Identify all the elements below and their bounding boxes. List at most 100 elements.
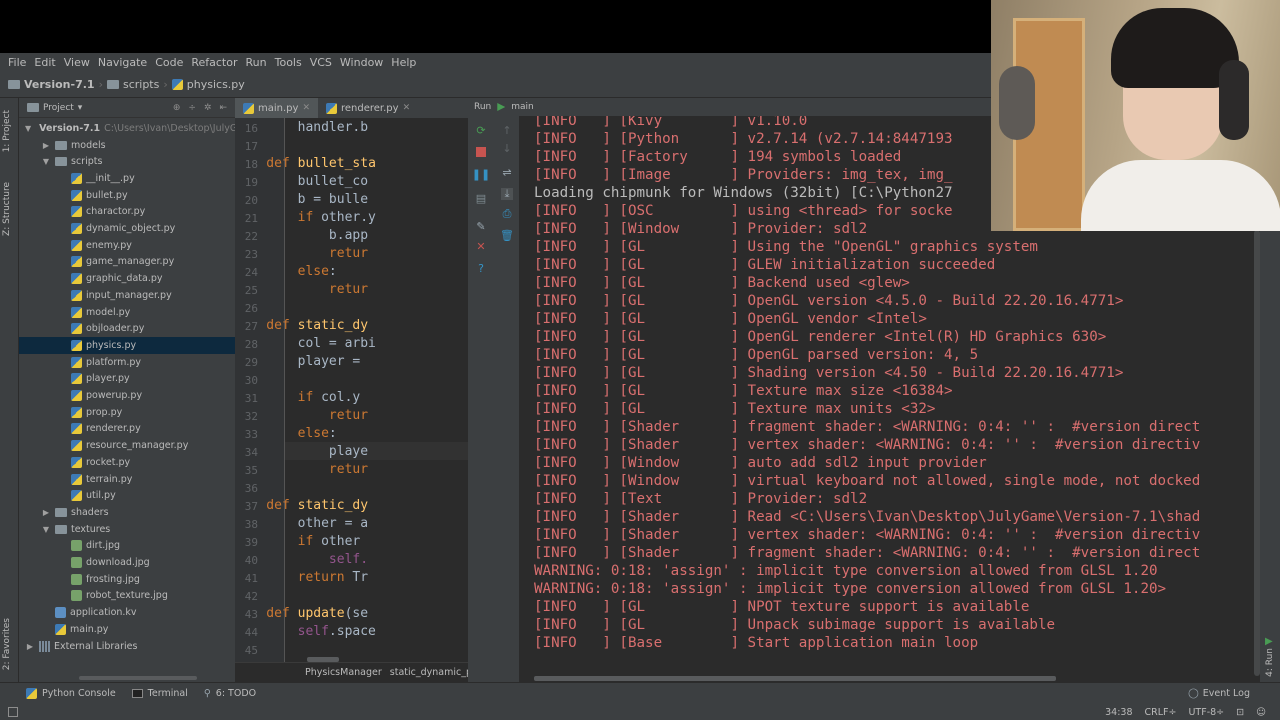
close-tab-icon[interactable]: ✕ (403, 103, 411, 113)
clear-all-icon[interactable]: 🗑 (500, 229, 514, 242)
tree-item[interactable]: ▼ Version-7.1 C:\Users\Ivan\Desktop\JulyG (19, 120, 237, 137)
tree-item[interactable]: ▼ scripts (19, 153, 235, 170)
terminal-button[interactable]: Terminal (131, 688, 188, 699)
tree-item[interactable]: enemy.py (19, 237, 235, 254)
breadcrumb-class[interactable]: PhysicsManager (305, 667, 382, 678)
tree-item[interactable]: model.py (19, 304, 235, 321)
tree-item[interactable]: ▶ models (19, 137, 235, 154)
python-file-icon (71, 239, 82, 251)
chevron-down-icon[interactable]: ▼ (41, 525, 51, 534)
pause-icon[interactable]: ❚❚ (472, 168, 490, 181)
chevron-down-icon[interactable]: ▾ (78, 103, 83, 113)
tree-item[interactable]: terrain.py (19, 471, 235, 488)
tree-item-label: Version-7.1 (39, 122, 101, 134)
up-arrow-icon[interactable]: ↑ (501, 124, 513, 137)
menu-item-run[interactable]: Run (242, 56, 271, 69)
breadcrumb-file[interactable]: physics.py (171, 78, 245, 91)
tree-item[interactable]: bullet.py (19, 187, 235, 204)
tree-item[interactable]: download.jpg (19, 554, 235, 571)
tree-item[interactable]: player.py (19, 371, 235, 388)
project-view-selector[interactable]: Project (43, 103, 74, 113)
tree-item[interactable]: charactor.py (19, 204, 235, 221)
collapse-all-icon[interactable]: ÷ (188, 103, 196, 113)
tree-item[interactable]: util.py (19, 487, 235, 504)
soft-wrap-icon[interactable]: ⇌ (501, 166, 513, 179)
console-line: WARNING: 0:18: 'assign' : implicit type … (534, 581, 1167, 597)
tree-item[interactable]: graphic_data.py (19, 270, 235, 287)
tree-item[interactable]: __init__.py (19, 170, 235, 187)
editor-tab[interactable]: main.py ✕ (235, 98, 318, 118)
tree-item[interactable]: platform.py (19, 354, 235, 371)
rerun-icon[interactable]: ⟳ (475, 124, 487, 137)
scroll-from-source-icon[interactable]: ⊕ (173, 103, 181, 113)
file-encoding[interactable]: UTF-8÷ (1188, 707, 1224, 718)
scroll-to-end-icon[interactable]: ⤓ (501, 187, 513, 200)
restore-layout-icon[interactable]: ▤ (475, 192, 487, 205)
pin-icon[interactable]: ✎ (475, 220, 487, 233)
tree-item[interactable]: objloader.py (19, 320, 235, 337)
help-icon[interactable]: ? (475, 262, 487, 275)
tab-structure[interactable]: Z: Structure (2, 182, 12, 236)
tree-item[interactable]: physics.py (19, 337, 235, 354)
breadcrumb-project[interactable]: Version-7.1 (8, 78, 95, 91)
tree-item[interactable]: dynamic_object.py (19, 220, 235, 237)
tree-item[interactable]: powerup.py (19, 387, 235, 404)
tree-item[interactable]: main.py (19, 621, 235, 638)
tab-run[interactable]: 4: Run (1265, 648, 1275, 677)
menu-item-help[interactable]: Help (387, 56, 420, 69)
lock-icon[interactable]: ⊡ (1236, 707, 1244, 718)
tree-item[interactable]: ▶ shaders (19, 504, 235, 521)
line-separator[interactable]: CRLF÷ (1145, 707, 1177, 718)
chevron-right-icon[interactable]: ▶ (41, 508, 51, 517)
run-config-tab[interactable]: main (511, 102, 534, 112)
menu-item-vcs[interactable]: VCS (306, 56, 336, 69)
tree-item[interactable]: application.kv (19, 604, 235, 621)
chevron-right-icon[interactable]: ▶ (41, 141, 51, 150)
tab-favorites[interactable]: 2: Favorites (2, 618, 12, 670)
gear-icon[interactable]: ✲ (204, 103, 212, 113)
close-tab-icon[interactable]: ✕ (302, 103, 310, 113)
tree-item[interactable]: frosting.jpg (19, 571, 235, 588)
tree-item[interactable]: ▼ textures (19, 521, 235, 538)
chevron-right-icon[interactable]: ▶ (25, 642, 35, 651)
menu-item-tools[interactable]: Tools (271, 56, 306, 69)
menu-item-code[interactable]: Code (151, 56, 187, 69)
menu-item-file[interactable]: File (4, 56, 30, 69)
menu-item-edit[interactable]: Edit (30, 56, 59, 69)
tree-item[interactable]: dirt.jpg (19, 538, 235, 555)
down-arrow-icon[interactable]: ↓ (501, 142, 513, 155)
chevron-down-icon[interactable]: ▼ (41, 157, 51, 166)
event-log-button[interactable]: ◯ Event Log (1188, 688, 1280, 699)
caret-position[interactable]: 34:38 (1105, 707, 1132, 718)
tab-project[interactable]: 1: Project (2, 110, 12, 152)
tree-item[interactable]: renderer.py (19, 421, 235, 438)
tree-item[interactable]: resource_manager.py (19, 437, 235, 454)
stop-icon[interactable] (476, 147, 486, 157)
close-icon[interactable]: ✕ (475, 240, 487, 253)
tree-item[interactable]: prop.py (19, 404, 235, 421)
menu-item-navigate[interactable]: Navigate (94, 56, 151, 69)
library-icon (39, 640, 50, 652)
tree-item[interactable]: game_manager.py (19, 254, 235, 271)
todo-button[interactable]: ⚲ 6: TODO (204, 688, 256, 699)
menu-item-window[interactable]: Window (336, 56, 387, 69)
print-icon[interactable]: ⎙ (501, 207, 513, 220)
breadcrumb-method[interactable]: static_dynamic_p (390, 667, 468, 678)
breadcrumb-folder[interactable]: scripts (106, 78, 159, 91)
hide-icon[interactable]: ⇤ (219, 103, 227, 113)
python-file-icon (71, 473, 82, 485)
chevron-down-icon[interactable]: ▼ (25, 124, 31, 133)
menu-item-refactor[interactable]: Refactor (187, 56, 241, 69)
tree-item[interactable]: rocket.py (19, 454, 235, 471)
console-horizontal-scrollbar[interactable] (534, 676, 1056, 681)
inspector-icon[interactable]: ☺ (1256, 707, 1266, 718)
menu-item-view[interactable]: View (60, 56, 94, 69)
python-console-button[interactable]: Python Console (26, 688, 116, 699)
tree-item[interactable]: robot_texture.jpg (19, 588, 235, 605)
tree-item[interactable]: ▶ External Libraries (19, 638, 235, 655)
toggle-tool-windows-icon[interactable] (8, 707, 18, 717)
tree-item[interactable]: input_manager.py (19, 287, 235, 304)
tree-item-label: model.py (86, 306, 131, 318)
editor-tab[interactable]: renderer.py ✕ (318, 98, 418, 118)
project-horizontal-scrollbar[interactable] (79, 676, 197, 680)
